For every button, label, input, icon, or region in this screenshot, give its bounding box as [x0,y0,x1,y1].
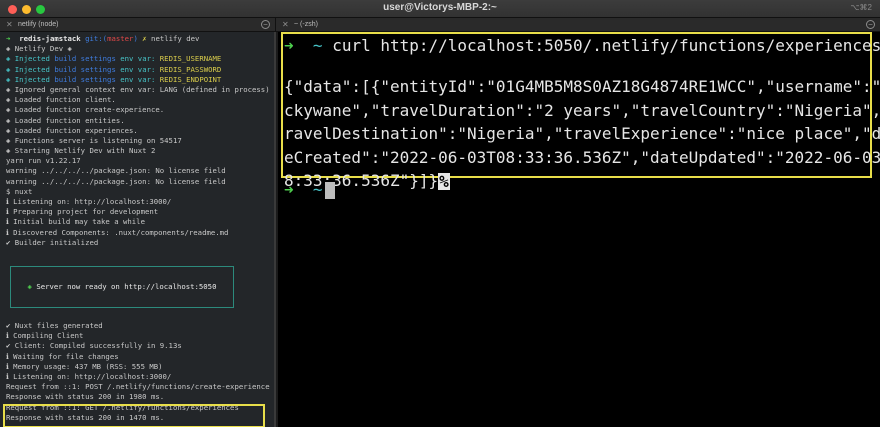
split-pane-icon[interactable]: − [261,20,270,29]
server-ready-text: Server now ready on http://localhost:505… [36,282,217,291]
log-line: ◈ Loaded function create-experience. [6,105,165,115]
log-line: ◈ Loaded function client. [6,95,116,105]
log-line: ✔ Nuxt files generated [6,321,103,330]
prompt-line: ➜ ~ [284,180,323,199]
log-line: warning ../../../../package.json: No lic… [6,176,226,186]
log-line: ℹ Discovered Components: .nuxt/component… [6,227,229,237]
prompt-dir: ~ [312,180,323,199]
tab-close-icon[interactable]: ✕ [282,20,289,29]
log-line: ℹ Preparing project for development [6,207,159,217]
diamond-icon: ◈ [27,282,32,291]
log-line: ◈ Loaded function experiences. [6,125,138,135]
terminal-pane-zsh[interactable]: ➜ ~ curl http://localhost:5050/.netlify/… [278,32,880,427]
prompt-arrow-icon: ➜ [284,180,294,199]
json-line: {"data":[{"entityId":"01G4MB5M8S0AZ18G48… [284,77,880,96]
log-line: Request from ::1: POST /.netlify/functio… [6,382,270,392]
log-line: ℹ Memory usage: 437 MB (RSS: 555 MB) [6,361,163,371]
tab-netlify[interactable]: ✕ netlify (node) − [0,18,276,32]
log-line: ℹ Listening on: http://localhost:3000/ [6,371,172,381]
log-line: ✔ Client: Compiled successfully in 9.13s [6,341,182,351]
log-line: $ nuxt [6,186,33,196]
text-cursor [325,182,335,199]
tab-close-icon[interactable]: ✕ [6,20,13,29]
highlight-box-request-log [3,404,265,427]
json-line: ravelDestination":"Nigeria","travelExper… [284,124,880,143]
log-line: ◈ Injected build settings env var: REDIS… [6,74,222,84]
log-line: warning ../../../../package.json: No lic… [6,166,226,176]
curl-command: curl http://localhost:5050/.netlify/func… [332,36,880,55]
log-line: ℹ Compiling Client [6,331,84,341]
log-line: ✔ Builder initialized [6,237,99,247]
window-shortcut: ⌥⌘2 [850,3,872,12]
split-pane-icon[interactable]: − [866,20,875,29]
tab-label: netlify (node) [18,21,59,28]
log-line: ℹ Waiting for file changes [6,351,119,361]
terminal-pane-netlify[interactable]: ➜ redis-jamstack git:(master) ✗ netlify … [0,32,276,427]
json-response: {"data":[{"entityId":"01G4MB5M8S0AZ18G48… [284,75,880,193]
log-line: ◈ Injected build settings env var: REDIS… [6,64,222,74]
log-line: ◈ Loaded function entities. [6,115,125,125]
log-line: ◈ Starting Netlify Dev with Nuxt 2 [6,146,156,156]
log-line: yarn run v1.22.17 [6,156,81,166]
log-line: ➜ redis-jamstack git:(master) ✗ netlify … [6,34,200,43]
log-line: ℹ Listening on: http://localhost:3000/ [6,197,172,206]
log-line: Response with status 200 in 1980 ms. [6,392,165,402]
netlify-log-top: ➜ redis-jamstack git:(master) ✗ netlify … [6,34,274,248]
window-title: user@Victorys-MBP-2:~ [383,2,497,13]
log-line: ◈ Injected build settings env var: REDIS… [6,54,222,64]
window-title-bar: user@Victorys-MBP-2:~ ⌥⌘2 [0,0,880,18]
prompt-dir: ~ [312,36,323,55]
tab-label: ~ (-zsh) [294,21,318,28]
log-line: ℹ Initial build may take a while [6,217,145,227]
log-line: ◈ Netlify Dev ◈ [6,44,72,54]
log-line: ◈ Functions server is listening on 54517 [6,135,182,145]
command-line: ➜ ~ curl http://localhost:5050/.netlify/… [284,36,880,55]
tab-zsh[interactable]: ✕ ~ (-zsh) − [276,18,880,32]
log-line: ◈ Ignored general context env var: LANG … [6,84,270,94]
no-newline-marker: % [438,172,450,191]
server-ready-box: ◈ Server now ready on http://localhost:5… [10,266,234,308]
json-line: eCreated":"2022-06-03T08:33:36.536Z","da… [284,147,880,167]
json-line: ckywane","travelDuration":"2 years","tra… [284,100,880,120]
prompt-arrow-icon: ➜ [284,36,294,55]
